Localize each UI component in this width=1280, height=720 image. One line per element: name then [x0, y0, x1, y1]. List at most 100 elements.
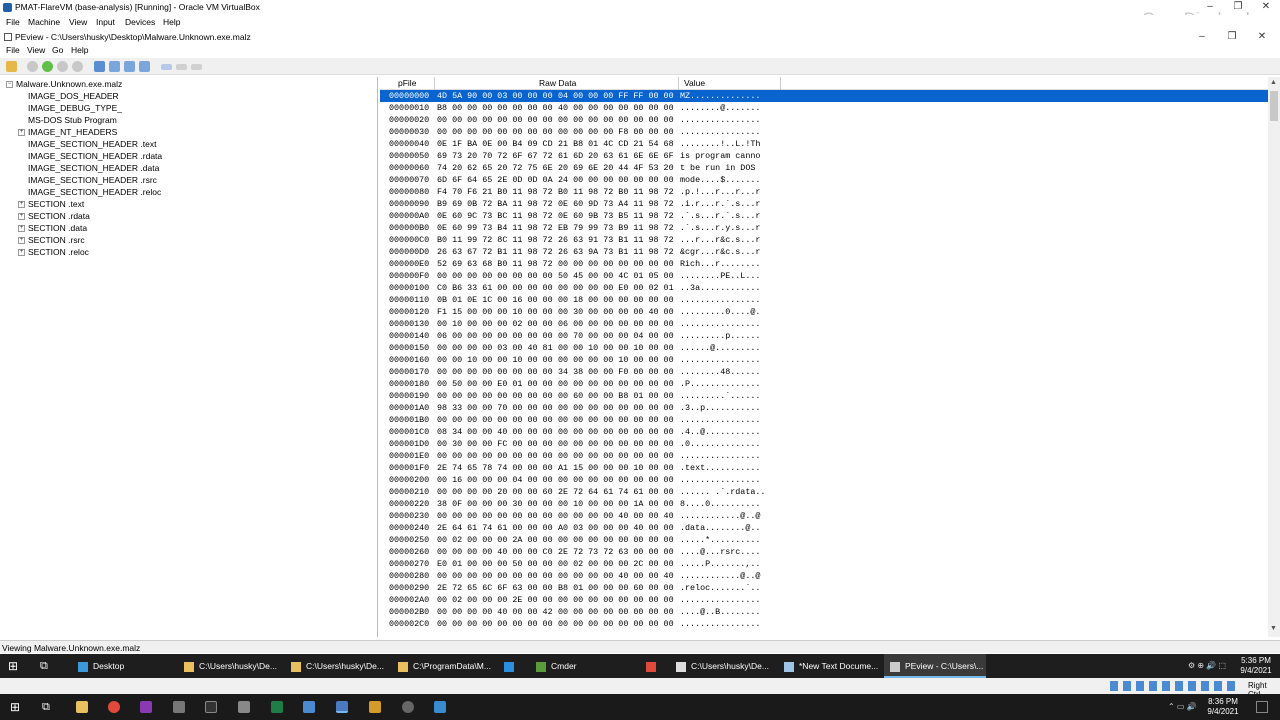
- pen-tool-icon[interactable]: [238, 701, 250, 713]
- tree-item[interactable]: IMAGE_DOS_HEADER: [18, 90, 119, 102]
- table-row[interactable]: 00000020 00 00 00 00 00 00 00 00 00 00 00 …: [380, 114, 1268, 126]
- host-start-icon[interactable]: ⊞: [10, 694, 20, 720]
- file-explorer-icon[interactable]: [76, 701, 88, 713]
- vbox-menu-input[interactable]: Input: [96, 17, 115, 27]
- pe-menu-view[interactable]: View: [27, 45, 45, 55]
- tree-item[interactable]: IMAGE_SECTION_HEADER .reloc: [18, 186, 161, 198]
- guest-clock[interactable]: 5:36 PM 9/4/2021: [1236, 656, 1276, 676]
- tree-item[interactable]: + SECTION .reloc: [18, 246, 89, 258]
- table-row[interactable]: 000000C0 B0 11 99 72 8C 11 98 72 26 63 91 …: [380, 234, 1268, 246]
- table-row[interactable]: 000001C0 08 34 00 00 40 00 00 00 00 00 00 …: [380, 426, 1268, 438]
- view-word-icon[interactable]: [109, 61, 120, 72]
- table-row[interactable]: 000002A0 00 02 00 00 00 2E 00 00 00 00 00 …: [380, 594, 1268, 606]
- table-row[interactable]: 00000080 F4 70 F6 21 B0 11 98 72 B0 11 98 …: [380, 186, 1268, 198]
- pe-restore-icon[interactable]: ❐: [1218, 30, 1246, 45]
- table-row[interactable]: 00000110 0B 01 0E 1C 00 16 00 00 00 18 00 …: [380, 294, 1268, 306]
- table-row[interactable]: 000002C0 00 00 00 00 00 00 00 00 00 00 00 …: [380, 618, 1268, 630]
- table-row[interactable]: 000000B0 0E 60 99 73 B4 11 98 72 EB 79 99 …: [380, 222, 1268, 234]
- table-row[interactable]: 00000270 E0 01 00 00 00 50 00 00 00 02 00 …: [380, 558, 1268, 570]
- expand-icon[interactable]: +: [18, 213, 25, 221]
- close-icon[interactable]: ✕: [1252, 0, 1280, 15]
- table-row[interactable]: 00000130 00 10 00 00 00 02 00 00 06 00 00 …: [380, 318, 1268, 330]
- table-row[interactable]: 000000F0 00 00 00 00 00 00 00 00 50 45 00 …: [380, 270, 1268, 282]
- taskbar-item[interactable]: Cmder: [530, 654, 630, 678]
- table-row[interactable]: 00000240 2E 64 61 74 61 00 00 00 A0 03 00 …: [380, 522, 1268, 534]
- view-dword-icon[interactable]: [124, 61, 135, 72]
- taskbar-item[interactable]: [640, 654, 664, 678]
- table-row[interactable]: 000001F0 2E 74 65 78 74 00 00 00 A1 15 00 …: [380, 462, 1268, 474]
- forward-icon[interactable]: [42, 61, 53, 72]
- vertical-scrollbar[interactable]: ▲ ▼: [1268, 77, 1280, 637]
- tree-item[interactable]: + IMAGE_NT_HEADERS: [18, 126, 117, 138]
- taskbar-item[interactable]: PEview - C:\Users\...: [884, 654, 986, 678]
- table-row[interactable]: 00000030 00 00 00 00 00 00 00 00 00 00 00 …: [380, 126, 1268, 138]
- taskbar-item[interactable]: *New Text Docume...: [778, 654, 878, 678]
- terminal-icon[interactable]: [205, 701, 217, 713]
- excel-icon[interactable]: [271, 701, 283, 713]
- back-icon[interactable]: [27, 61, 38, 72]
- table-row[interactable]: 00000010 B8 00 00 00 00 00 00 00 40 00 00 …: [380, 102, 1268, 114]
- table-row[interactable]: 000001A0 98 33 00 00 70 00 00 00 00 00 00 …: [380, 402, 1268, 414]
- column-pfile[interactable]: pFile: [398, 78, 416, 88]
- taskbar-item[interactable]: C:\Users\husky\De...: [178, 654, 278, 678]
- table-row[interactable]: 00000070 6D 6F 64 65 2E 0D 0D 0A 24 00 00 …: [380, 174, 1268, 186]
- tree-item[interactable]: + SECTION .text: [18, 198, 84, 210]
- taskbar-item[interactable]: C:\Users\husky\De...: [285, 654, 385, 678]
- tree-item[interactable]: IMAGE_DEBUG_TYPE_: [18, 102, 122, 114]
- table-row[interactable]: 00000000 4D 5A 90 00 03 00 00 00 04 00 00 …: [380, 90, 1268, 102]
- scroll-thumb[interactable]: [1270, 91, 1278, 121]
- tree-item[interactable]: − Malware.Unknown.exe.malz: [6, 78, 122, 90]
- view-qword-icon[interactable]: [139, 61, 150, 72]
- table-row[interactable]: 00000090 B9 69 0B 72 BA 11 98 72 0E 60 9D …: [380, 198, 1268, 210]
- table-row[interactable]: 00000210 00 00 00 00 20 00 00 60 2E 72 64 …: [380, 486, 1268, 498]
- vbox-menu-help[interactable]: Help: [163, 17, 180, 27]
- table-row[interactable]: 00000060 74 20 62 65 20 72 75 6E 20 69 6E …: [380, 162, 1268, 174]
- taskbar-item[interactable]: C:\ProgramData\M...: [392, 654, 492, 678]
- tree-item[interactable]: MS-DOS Stub Program: [18, 114, 117, 126]
- cube-app-icon[interactable]: [303, 701, 315, 713]
- view-text-icon[interactable]: [176, 64, 187, 70]
- task-view-icon[interactable]: ⧉: [40, 654, 58, 678]
- vbox-menu-devices[interactable]: Devices: [125, 17, 155, 27]
- table-row[interactable]: 00000100 C0 B6 33 61 00 00 00 00 00 00 00 …: [380, 282, 1268, 294]
- view-both-icon[interactable]: [191, 64, 202, 70]
- scroll-down-icon[interactable]: ▼: [1270, 625, 1277, 632]
- chrome-icon[interactable]: [108, 701, 120, 713]
- table-row[interactable]: 00000160 00 00 10 00 00 10 00 00 00 00 00 …: [380, 354, 1268, 366]
- tree-item[interactable]: IMAGE_SECTION_HEADER .text: [18, 138, 156, 150]
- start-icon[interactable]: ⊞: [8, 654, 28, 678]
- tree-item[interactable]: IMAGE_SECTION_HEADER .rdata: [18, 150, 162, 162]
- scroll-up-icon[interactable]: ▲: [1270, 79, 1277, 86]
- collapse-icon[interactable]: −: [6, 81, 13, 89]
- table-row[interactable]: 00000280 00 00 00 00 00 00 00 00 00 00 00 …: [380, 570, 1268, 582]
- column-separator[interactable]: [678, 77, 679, 90]
- hex-data-view[interactable]: pFile Raw Data Value 00000000 4D 5A 90 00…: [380, 77, 1268, 637]
- taskbar-item[interactable]: Desktop: [72, 654, 172, 678]
- expand-icon[interactable]: +: [18, 249, 25, 257]
- column-value[interactable]: Value: [684, 78, 705, 88]
- open-file-icon[interactable]: [6, 61, 17, 72]
- host-clock[interactable]: 8:36 PM 9/4/2021: [1202, 697, 1244, 717]
- table-row[interactable]: 00000180 00 50 00 00 E0 01 00 00 00 00 00 …: [380, 378, 1268, 390]
- expand-icon[interactable]: +: [18, 129, 25, 137]
- up-icon[interactable]: [57, 61, 68, 72]
- notification-icon[interactable]: [1256, 701, 1268, 713]
- table-row[interactable]: 000000D0 26 63 67 72 B1 11 98 72 26 63 9A …: [380, 246, 1268, 258]
- host-tray-icons[interactable]: ⌃ ▭ 🔊: [1168, 694, 1197, 720]
- table-row[interactable]: 00000140 06 00 00 00 00 00 00 00 00 70 00 …: [380, 330, 1268, 342]
- table-row[interactable]: 00000120 F1 15 00 00 00 10 00 00 00 30 00 …: [380, 306, 1268, 318]
- vbox-menu-machine[interactable]: Machine: [28, 17, 60, 27]
- wave-app-icon[interactable]: [434, 701, 446, 713]
- vbox-menu-file[interactable]: File: [6, 17, 20, 27]
- down-icon[interactable]: [72, 61, 83, 72]
- tree-item[interactable]: + SECTION .data: [18, 222, 87, 234]
- tree-item[interactable]: + SECTION .rsrc: [18, 234, 85, 246]
- table-row[interactable]: 00000150 00 00 00 00 03 00 40 81 00 00 10 …: [380, 342, 1268, 354]
- taskbar-item[interactable]: [498, 654, 522, 678]
- calculator-icon[interactable]: [173, 701, 185, 713]
- table-row[interactable]: 000001D0 00 30 00 00 FC 00 00 00 00 00 00 …: [380, 438, 1268, 450]
- table-row[interactable]: 00000040 0E 1F BA 0E 00 B4 09 CD 21 B8 01 …: [380, 138, 1268, 150]
- pe-menu-help[interactable]: Help: [71, 45, 88, 55]
- table-row[interactable]: 00000190 00 00 00 00 00 00 00 00 00 60 00 …: [380, 390, 1268, 402]
- tree-item[interactable]: + SECTION .rdata: [18, 210, 90, 222]
